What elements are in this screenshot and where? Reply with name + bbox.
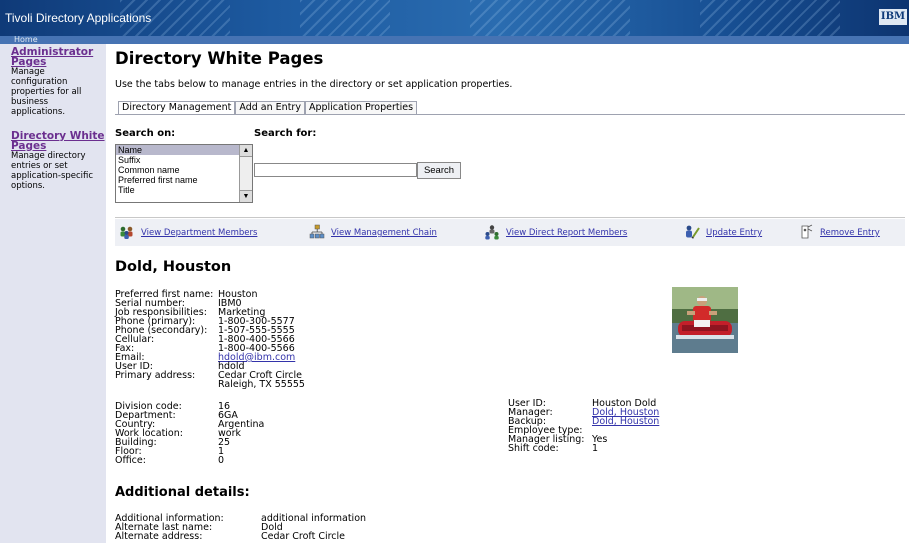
sidebar-item-description: Manage directory entries or set applicat… — [11, 151, 94, 191]
department-members-icon — [120, 226, 133, 239]
detail-label: Primary address: — [115, 370, 196, 381]
update-entry-icon — [686, 225, 700, 239]
detail-row: Shift code: 1 — [508, 443, 708, 454]
app-banner: Tivoli Directory Applications IBM — [0, 0, 909, 36]
banner-decoration — [700, 0, 840, 36]
tab-divider — [115, 114, 905, 115]
detail-row: Office: 0 — [115, 455, 415, 466]
app-title: Tivoli Directory Applications — [5, 11, 152, 25]
tab-add-an-entry[interactable]: Add an Entry — [235, 101, 305, 115]
divider — [115, 217, 905, 218]
action-link[interactable]: View Direct Report Members — [506, 228, 627, 238]
detail-label: Alternate address: — [115, 531, 203, 542]
home-bar: Home — [0, 35, 909, 44]
page-title: Directory White Pages — [115, 49, 324, 68]
ibm-logo: IBM — [879, 9, 907, 25]
main-content: Directory White Pages Use the tabs below… — [115, 44, 905, 543]
listbox-option[interactable]: Title — [116, 185, 252, 195]
detail-label: Office: — [115, 455, 146, 466]
detail-row: Building: 25 — [115, 438, 415, 448]
direct-reports-icon — [485, 225, 499, 240]
scroll-up-icon[interactable]: ▲ — [240, 145, 252, 157]
sidebar-item-description: Manage configuration properties for all … — [11, 67, 82, 117]
search-input[interactable] — [254, 163, 417, 177]
tab-application-properties[interactable]: Application Properties — [304, 101, 418, 115]
detail-value: 1 — [592, 443, 599, 454]
listbox-scrollbar[interactable]: ▲ ▼ — [239, 145, 252, 202]
detail-row: Department: 6GA — [115, 411, 415, 421]
sidebar: Administrator Pages Manage configuration… — [0, 44, 106, 543]
search-button[interactable]: Search — [417, 162, 461, 179]
action-link[interactable]: View Department Members — [141, 228, 257, 238]
sidebar-item-administrator-pages[interactable]: Administrator Pages — [11, 47, 106, 68]
search-on-label: Search on: — [115, 128, 176, 139]
listbox-option[interactable]: Name — [116, 145, 252, 155]
person-details-employment: User ID: Houston Dold Manager: Dold, Houst… — [508, 399, 708, 454]
detail-value: Cedar Croft Circle — [261, 531, 345, 542]
management-chain-icon — [309, 224, 325, 239]
listbox-option[interactable]: Common name — [116, 165, 252, 175]
remove-entry-icon — [801, 224, 813, 239]
search-attribute-listbox[interactable]: Name Suffix Common name Preferred first … — [115, 144, 253, 203]
detail-row: Raleigh, TX 55555 — [115, 379, 415, 390]
person-name: Dold, Houston — [115, 259, 232, 275]
additional-details-title: Additional details: — [115, 485, 250, 500]
action-bar: View Department Members View Management … — [115, 219, 905, 246]
banner-decoration — [470, 0, 630, 36]
detail-value: 0 — [218, 455, 225, 466]
action-link[interactable]: Remove Entry — [820, 228, 880, 238]
listbox-option[interactable]: Suffix — [116, 155, 252, 165]
action-link[interactable]: Update Entry — [706, 228, 762, 238]
detail-row: Floor: 1 — [115, 447, 415, 457]
person-details-location: Division code: 16 Department: 6GA Country:… — [115, 402, 415, 466]
detail-label: Shift code: — [508, 443, 559, 454]
sidebar-item-directory-white-pages[interactable]: Directory White Pages — [11, 131, 106, 152]
listbox-option[interactable]: Preferred first name — [116, 175, 252, 185]
detail-value: Raleigh, TX 55555 — [218, 379, 305, 390]
backup-link[interactable]: Dold, Houston — [592, 417, 659, 427]
detail-row: Alternate address: Cedar Croft Circle — [115, 531, 515, 542]
scroll-down-icon[interactable]: ▼ — [240, 190, 252, 202]
action-link[interactable]: View Management Chain — [331, 228, 437, 238]
person-details-primary: Preferred first name: Houston Serial numb… — [115, 290, 415, 390]
additional-details: Additional information: additional inform… — [115, 514, 515, 542]
banner-decoration — [300, 0, 390, 36]
detail-row: Email: hdold@ibm.com — [115, 353, 415, 363]
page-intro: Use the tabs below to manage entries in … — [115, 79, 513, 90]
tab-bar: Directory Management Add an Entry Applicat… — [118, 101, 418, 115]
detail-row: Work location: work — [115, 429, 415, 439]
search-for-label: Search for: — [254, 128, 317, 139]
tab-directory-management[interactable]: Directory Management — [118, 101, 236, 115]
person-photo — [672, 287, 738, 353]
home-link[interactable]: Home — [14, 35, 38, 44]
